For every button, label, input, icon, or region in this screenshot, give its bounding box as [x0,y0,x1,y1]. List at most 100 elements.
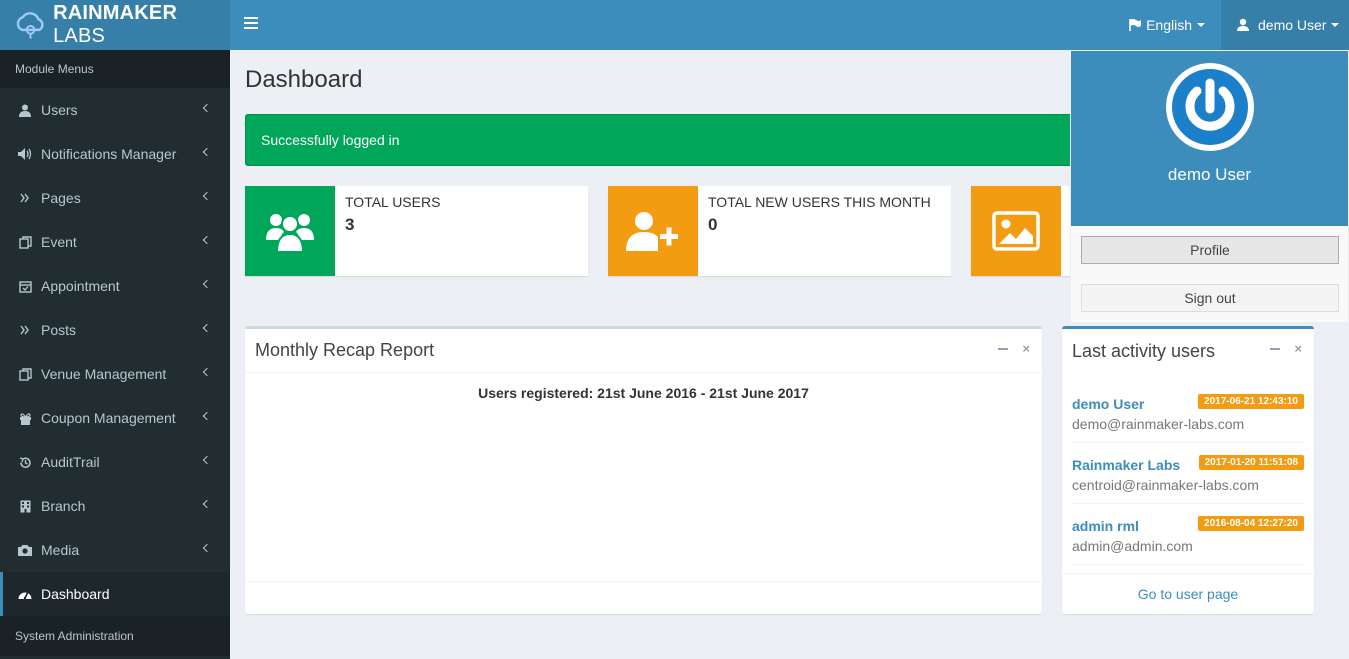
sidebar-item-label: Branch [41,498,86,514]
sidebar-item-label: Media [41,542,80,558]
sidebar-item-event[interactable]: Event [0,220,230,264]
chevron-left-icon [202,455,212,465]
avatar [1166,63,1254,151]
minimize-icon[interactable] [1270,348,1281,350]
success-alert: Successfully logged in [245,114,1075,166]
activity-time-badge: 2017-06-21 12:43:10 [1198,394,1304,409]
activity-time-badge: 2016-08-04 12:27:20 [1198,516,1304,531]
sidebar-item-label: Dashboard [41,586,110,602]
minimize-icon[interactable] [998,348,1009,350]
sidebar-item-dashboard[interactable]: Dashboard [0,572,230,616]
info-box-label: TOTAL USERS [345,194,441,210]
sign-out-button[interactable]: Sign out [1081,284,1339,312]
user-dropdown: demo User Profile Sign out [1070,50,1349,322]
user-plus-icon [608,186,698,276]
sidebar-item-label: Coupon Management [41,410,176,426]
user-menu[interactable]: demo User [1221,0,1349,50]
box-divider [245,581,1042,582]
chevron-left-icon [202,411,212,421]
info-box-value: 0 [708,215,718,234]
calendar-check-icon [18,279,32,293]
sidebar-item-label: Users [41,102,78,118]
sidebar-toggle-icon[interactable] [244,17,258,31]
sidebar-section-module-menus: Module Menus [0,50,230,88]
chevron-left-icon [202,279,212,289]
activity-user-email: admin@admin.com [1072,538,1193,554]
sidebar-item-label: Venue Management [41,366,167,382]
sidebar-item-label: AuditTrail [41,454,100,470]
users-icon [245,186,335,276]
sidebar-item-notifications-manager[interactable]: Notifications Manager [0,132,230,176]
sidebar-item-label: Pages [41,190,81,206]
sidebar-item-venue-management[interactable]: Venue Management [0,352,230,396]
sidebar-item-branch[interactable]: Branch [0,484,230,528]
user-icon [1237,18,1249,31]
chevron-left-icon [202,499,212,509]
sidebar-item-label: Notifications Manager [41,146,177,162]
box-title: Last activity users [1072,340,1216,361]
page-title: Dashboard [245,66,363,93]
cloud-icon [16,12,44,39]
activity-item: demo User 2017-06-21 12:43:10 demo@rainm… [1072,382,1304,443]
activity-item: admin rml 2016-08-04 12:27:20 admin@admi… [1072,504,1304,565]
chart-title: Users registered: 21st June 2016 - 21st … [478,385,809,401]
go-to-user-page-link[interactable]: Go to user page [1138,586,1238,602]
activity-user-name[interactable]: demo User [1072,396,1144,412]
activity-user-name[interactable]: Rainmaker Labs [1072,457,1180,473]
brand-logo[interactable]: RAINMAKER LABS [0,0,230,50]
user-name: demo User [1258,17,1327,33]
chevron-left-icon [202,103,212,113]
box-title: Monthly Recap Report [255,340,435,360]
history-icon [18,455,32,469]
activity-user-name[interactable]: admin rml [1072,518,1139,534]
camera-icon [18,543,32,557]
chevron-left-icon [202,235,212,245]
sidebar-item-posts[interactable]: Posts [0,308,230,352]
language-label: English [1146,17,1192,33]
activity-time-badge: 2017-01-20 11:51:08 [1198,455,1304,470]
sidebar-item-appointment[interactable]: Appointment [0,264,230,308]
sidebar-item-audittrail[interactable]: AuditTrail [0,440,230,484]
info-box-media [971,186,1071,276]
volume-icon [18,147,32,161]
gift-icon [18,411,32,425]
sidebar-item-label: Posts [41,322,77,338]
language-selector[interactable]: English [1128,0,1205,50]
sidebar-item-label: Event [41,234,77,250]
sidebar-item-users[interactable]: Users [0,88,230,132]
user-icon [18,103,32,117]
info-box-total-users: TOTAL USERS 3 [245,186,588,276]
dropdown-user-name: demo User [1167,165,1252,184]
box-footer: Go to user page [1062,573,1314,614]
sidebar-item-media[interactable]: Media [0,528,230,572]
caret-down-icon [1197,23,1205,27]
double-chevron-icon [18,191,32,205]
double-chevron-icon [18,323,32,337]
copy-icon [18,367,32,381]
info-box-label: TOTAL NEW USERS THIS MONTH [708,194,931,210]
sidebar-item-pages[interactable]: Pages [0,176,230,220]
chevron-left-icon [202,323,212,333]
user-dropdown-header: demo User [1071,51,1348,226]
sidebar-section-system-administration: System Administration [0,616,230,656]
activity-item: Rainmaker Labs 2017-01-20 11:51:08 centr… [1072,443,1304,504]
chevron-left-icon [202,191,212,201]
close-icon[interactable]: × [1022,342,1030,355]
chevron-left-icon [202,147,212,157]
image-icon [971,186,1061,276]
close-icon[interactable]: × [1294,342,1302,355]
caret-down-icon [1331,23,1340,27]
brand-name-bold: RAINMAKER [53,2,178,24]
sidebar-item-coupon-management[interactable]: Coupon Management [0,396,230,440]
sidebar-item-label: Appointment [41,278,120,294]
copy-icon [18,235,32,249]
top-navbar: English demo User [230,0,1349,50]
sidebar: Module Menus Users Notifications Manager… [0,50,230,659]
profile-button[interactable]: Profile [1081,236,1339,264]
activity-user-email: centroid@rainmaker-labs.com [1072,477,1259,493]
building-icon [18,499,32,513]
power-icon [1172,69,1248,145]
activity-user-email: demo@rainmaker-labs.com [1072,416,1245,432]
dashboard-icon [18,587,32,601]
info-box-new-users: TOTAL NEW USERS THIS MONTH 0 [608,186,951,276]
